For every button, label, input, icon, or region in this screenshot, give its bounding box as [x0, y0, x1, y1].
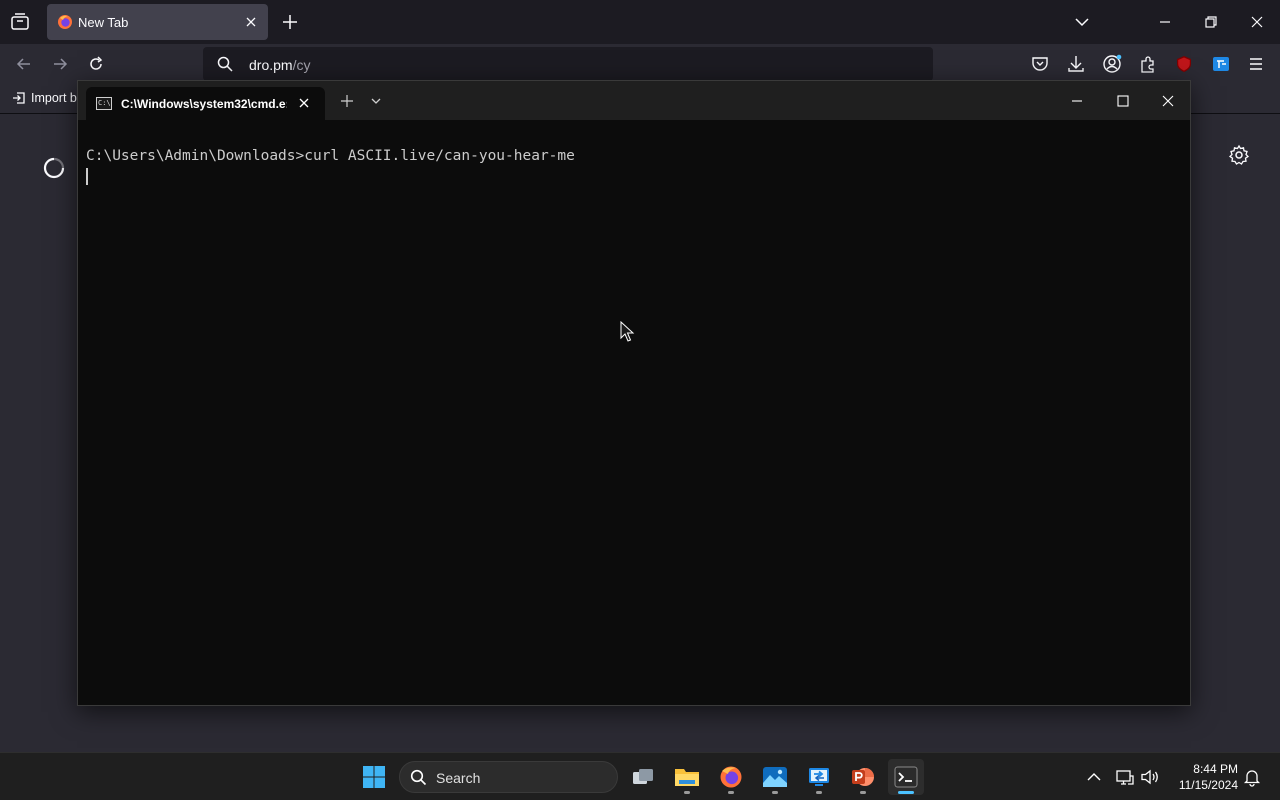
taskbar-search-box[interactable]: Search	[399, 761, 618, 793]
search-label: Search	[436, 770, 481, 786]
translate-extension-icon[interactable]	[1211, 54, 1231, 74]
import-bookmarks-button[interactable]: Import b	[12, 91, 77, 105]
running-indicator	[772, 791, 778, 794]
file-explorer-button[interactable]	[669, 759, 705, 795]
powerpoint-taskbar-button[interactable]	[845, 759, 881, 795]
clock-time: 8:44 PM	[1193, 762, 1238, 776]
extensions-icon[interactable]	[1138, 54, 1158, 74]
terminal-taskbar-button[interactable]	[888, 759, 924, 795]
search-icon	[410, 769, 427, 786]
start-button[interactable]	[356, 759, 392, 795]
maximize-icon[interactable]	[1113, 91, 1133, 111]
forward-icon[interactable]	[50, 54, 70, 74]
clock-date: 11/15/2024	[1178, 778, 1238, 792]
list-all-tabs-icon[interactable]	[8, 11, 32, 33]
browser-tab-strip: New Tab	[0, 0, 1280, 44]
minimize-icon[interactable]	[1155, 12, 1175, 32]
task-view-button[interactable]	[625, 759, 661, 795]
chevron-down-icon[interactable]	[1072, 12, 1092, 32]
minimize-icon[interactable]	[1067, 91, 1087, 111]
restore-icon[interactable]	[1201, 12, 1221, 32]
import-bookmarks-label: Import b	[31, 91, 77, 105]
firefox-taskbar-button[interactable]	[713, 759, 749, 795]
chevron-down-icon[interactable]	[370, 96, 382, 106]
task-view-icon	[633, 769, 653, 784]
mouse-pointer-icon	[620, 321, 635, 342]
powerpoint-icon	[852, 768, 874, 786]
terminal-icon	[894, 766, 918, 788]
windows-logo-icon	[363, 766, 385, 788]
pocket-icon[interactable]	[1030, 54, 1050, 74]
notifications-bell-icon[interactable]	[1242, 767, 1262, 787]
new-terminal-tab-icon[interactable]	[340, 94, 354, 108]
back-icon[interactable]	[14, 54, 34, 74]
ublock-origin-icon[interactable]	[1174, 54, 1194, 74]
terminal-tab-cmd[interactable]: C:\ C:\Windows\system32\cmd.e:	[86, 87, 325, 120]
active-indicator	[898, 791, 914, 794]
running-indicator	[684, 791, 690, 794]
reload-icon[interactable]	[86, 54, 106, 74]
terminal-tab-title: C:\Windows\system32\cmd.e:	[121, 97, 287, 111]
running-indicator	[816, 791, 822, 794]
remote-desktop-icon	[809, 768, 829, 786]
volume-icon[interactable]	[1140, 767, 1160, 787]
browser-navigation-bar: dro.pm/cy	[0, 44, 1280, 84]
close-window-icon[interactable]	[1158, 91, 1178, 111]
chevron-up-icon[interactable]	[1084, 767, 1104, 787]
terminal-window: C:\ C:\Windows\system32\cmd.e: C:\Users\…	[77, 80, 1191, 706]
menu-icon[interactable]	[1246, 54, 1266, 74]
text-cursor	[86, 168, 88, 185]
taskbar-clock[interactable]: 8:44 PM 11/15/2024	[1168, 761, 1238, 793]
address-bar[interactable]: dro.pm/cy	[203, 47, 933, 81]
tab-title: New Tab	[78, 15, 129, 30]
firefox-icon	[720, 766, 742, 788]
close-tab-icon[interactable]	[242, 13, 260, 31]
photos-icon	[763, 767, 787, 787]
command-line: C:\Users\Admin\Downloads>curl ASCII.live…	[86, 148, 575, 164]
firefox-icon	[58, 15, 72, 29]
gear-icon[interactable]	[1228, 144, 1250, 166]
running-indicator	[860, 791, 866, 794]
url-text[interactable]: dro.pm/cy	[249, 57, 310, 73]
photos-taskbar-button[interactable]	[757, 759, 793, 795]
close-window-icon[interactable]	[1247, 12, 1267, 32]
new-tab-icon[interactable]	[280, 12, 300, 32]
account-icon[interactable]	[1102, 54, 1122, 74]
terminal-titlebar[interactable]: C:\ C:\Windows\system32\cmd.e:	[78, 81, 1190, 120]
search-icon	[217, 56, 233, 72]
loading-spinner-icon	[43, 157, 65, 179]
folder-icon	[675, 769, 699, 786]
remote-desktop-taskbar-button[interactable]	[801, 759, 837, 795]
running-indicator	[728, 791, 734, 794]
browser-tab-new-tab[interactable]: New Tab	[47, 4, 268, 40]
terminal-output[interactable]: C:\Users\Admin\Downloads>curl ASCII.live…	[78, 120, 1190, 705]
close-tab-icon[interactable]	[296, 95, 312, 111]
cmd-prompt-icon: C:\	[96, 97, 112, 110]
taskbar: Search 8:44 PM 11/15/2024	[0, 752, 1280, 800]
network-icon[interactable]	[1115, 767, 1135, 787]
downloads-icon[interactable]	[1066, 54, 1086, 74]
import-icon	[13, 92, 25, 104]
